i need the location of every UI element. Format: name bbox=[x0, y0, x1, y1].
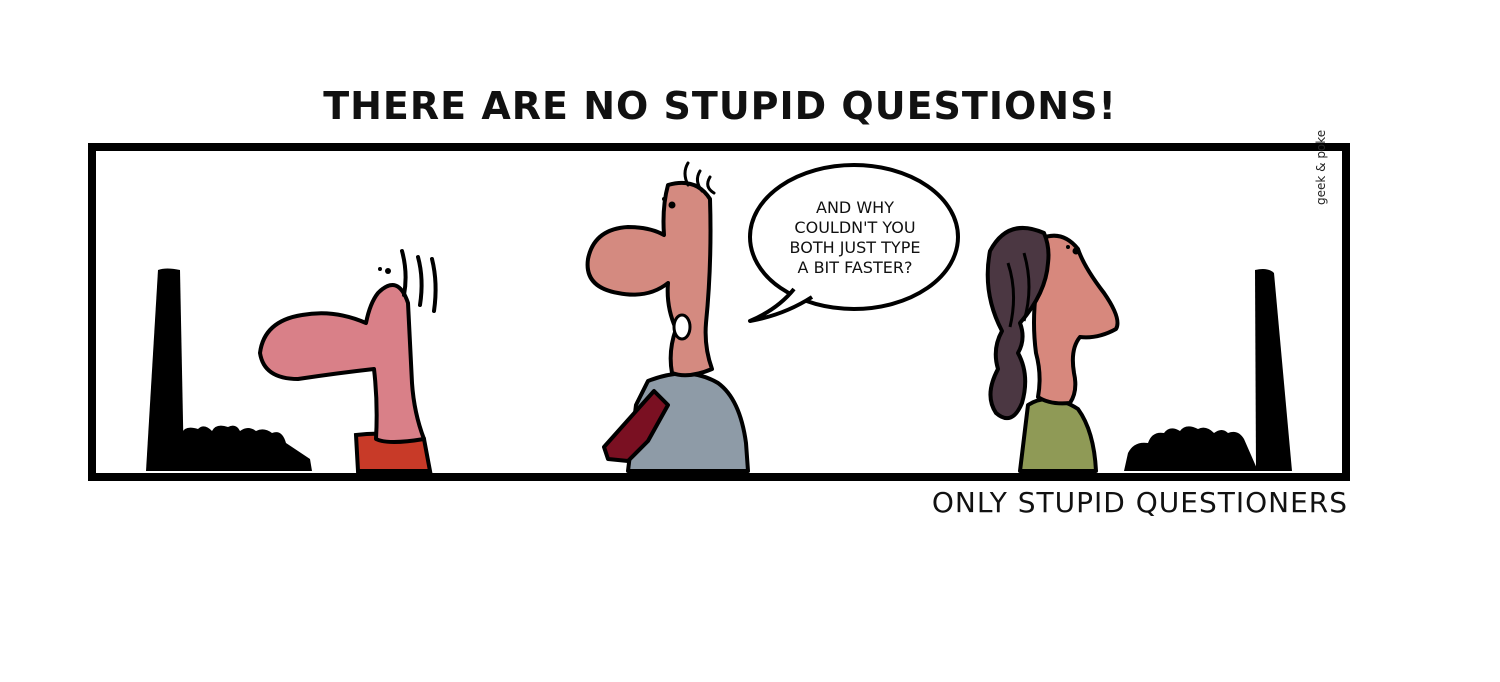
comic-caption: ONLY STUPID QUESTIONERS bbox=[931, 486, 1348, 519]
comic-panel-art bbox=[88, 143, 1350, 481]
speech-line-2: COULDN'T YOU bbox=[794, 218, 916, 237]
speech-line-4: A BIT FASTER? bbox=[797, 258, 913, 277]
comic-panel bbox=[88, 143, 1350, 481]
speech-line-1: AND WHY bbox=[816, 198, 894, 217]
speech-line-3: BOTH JUST TYPE bbox=[789, 238, 921, 257]
comic-title: THERE ARE NO STUPID QUESTIONS! bbox=[323, 84, 1117, 128]
artist-signature: geek & poke bbox=[1314, 129, 1328, 205]
speech-bubble-text: AND WHY COULDN'T YOU BOTH JUST TYPE A BI… bbox=[760, 198, 950, 278]
